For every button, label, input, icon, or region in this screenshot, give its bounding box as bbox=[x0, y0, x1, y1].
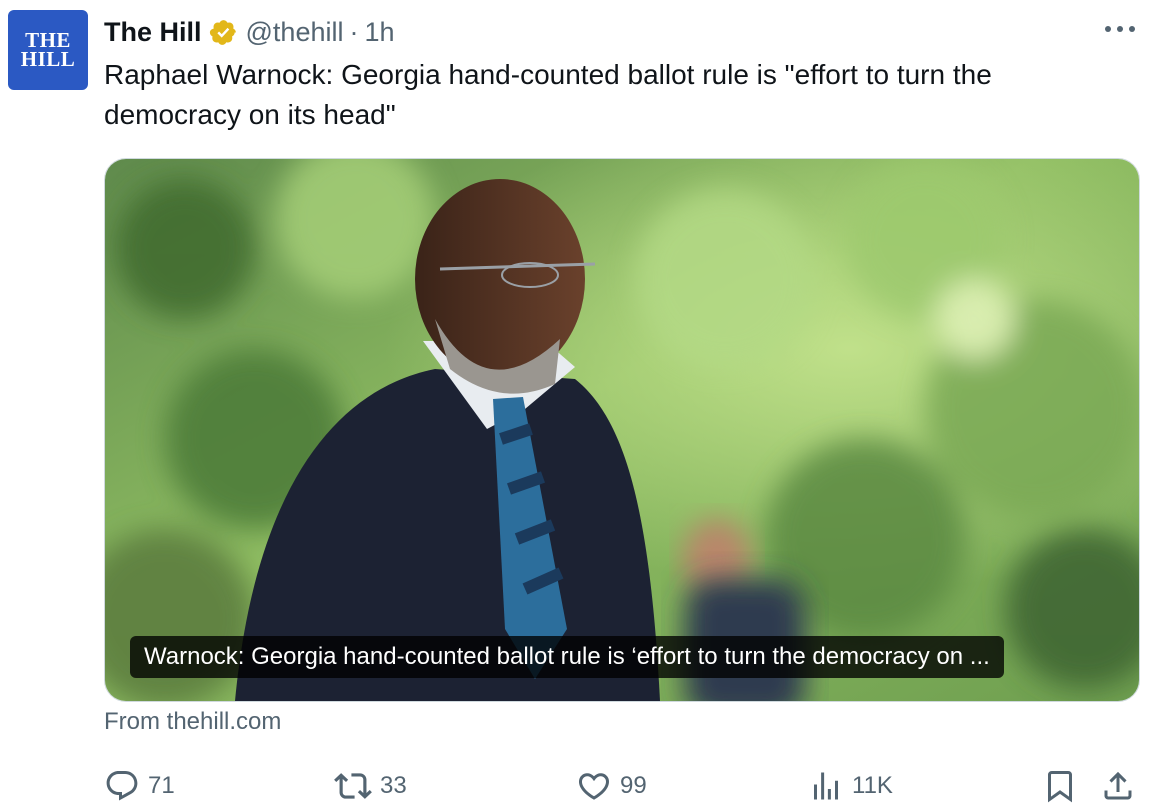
repost-count: 33 bbox=[380, 772, 407, 799]
share-icon bbox=[1104, 771, 1132, 800]
card-title: Warnock: Georgia hand-counted ballot rul… bbox=[130, 636, 1004, 678]
link-card[interactable]: Warnock: Georgia hand-counted ballot rul… bbox=[104, 158, 1140, 702]
reply-icon bbox=[106, 771, 138, 801]
heart-icon bbox=[578, 773, 610, 800]
avatar-line2: HILL bbox=[20, 47, 76, 71]
more-icon[interactable] bbox=[1100, 12, 1140, 46]
repost-icon bbox=[334, 773, 372, 799]
card-source[interactable]: From thehill.com bbox=[104, 708, 281, 736]
handle[interactable]: @thehill bbox=[246, 17, 344, 48]
reply-button[interactable]: 71 bbox=[104, 768, 175, 804]
bookmark-button[interactable] bbox=[1042, 768, 1078, 804]
avatar[interactable]: THE HILL bbox=[8, 10, 88, 90]
timestamp[interactable]: 1h bbox=[364, 17, 394, 48]
tweet-header: The Hill @thehill · 1h bbox=[104, 12, 395, 52]
action-bar: 71 33 99 11K bbox=[104, 768, 1138, 808]
verified-badge-icon[interactable] bbox=[209, 18, 238, 47]
separator-dot: · bbox=[349, 16, 359, 47]
views-button[interactable]: 11K bbox=[808, 768, 893, 804]
views-icon bbox=[814, 772, 838, 800]
bookmark-icon bbox=[1048, 771, 1072, 803]
views-count: 11K bbox=[852, 772, 893, 799]
like-count: 99 bbox=[620, 772, 647, 799]
like-button[interactable]: 99 bbox=[576, 768, 647, 804]
tweet[interactable]: THE HILL The Hill @thehill · 1h Raphael … bbox=[0, 0, 1166, 803]
reply-count: 71 bbox=[148, 772, 175, 799]
display-name[interactable]: The Hill bbox=[104, 17, 202, 48]
tweet-text: Raphael Warnock: Georgia hand-counted ba… bbox=[104, 59, 992, 130]
share-button[interactable] bbox=[1100, 768, 1136, 804]
card-image bbox=[105, 159, 1139, 701]
repost-button[interactable]: 33 bbox=[334, 768, 407, 804]
